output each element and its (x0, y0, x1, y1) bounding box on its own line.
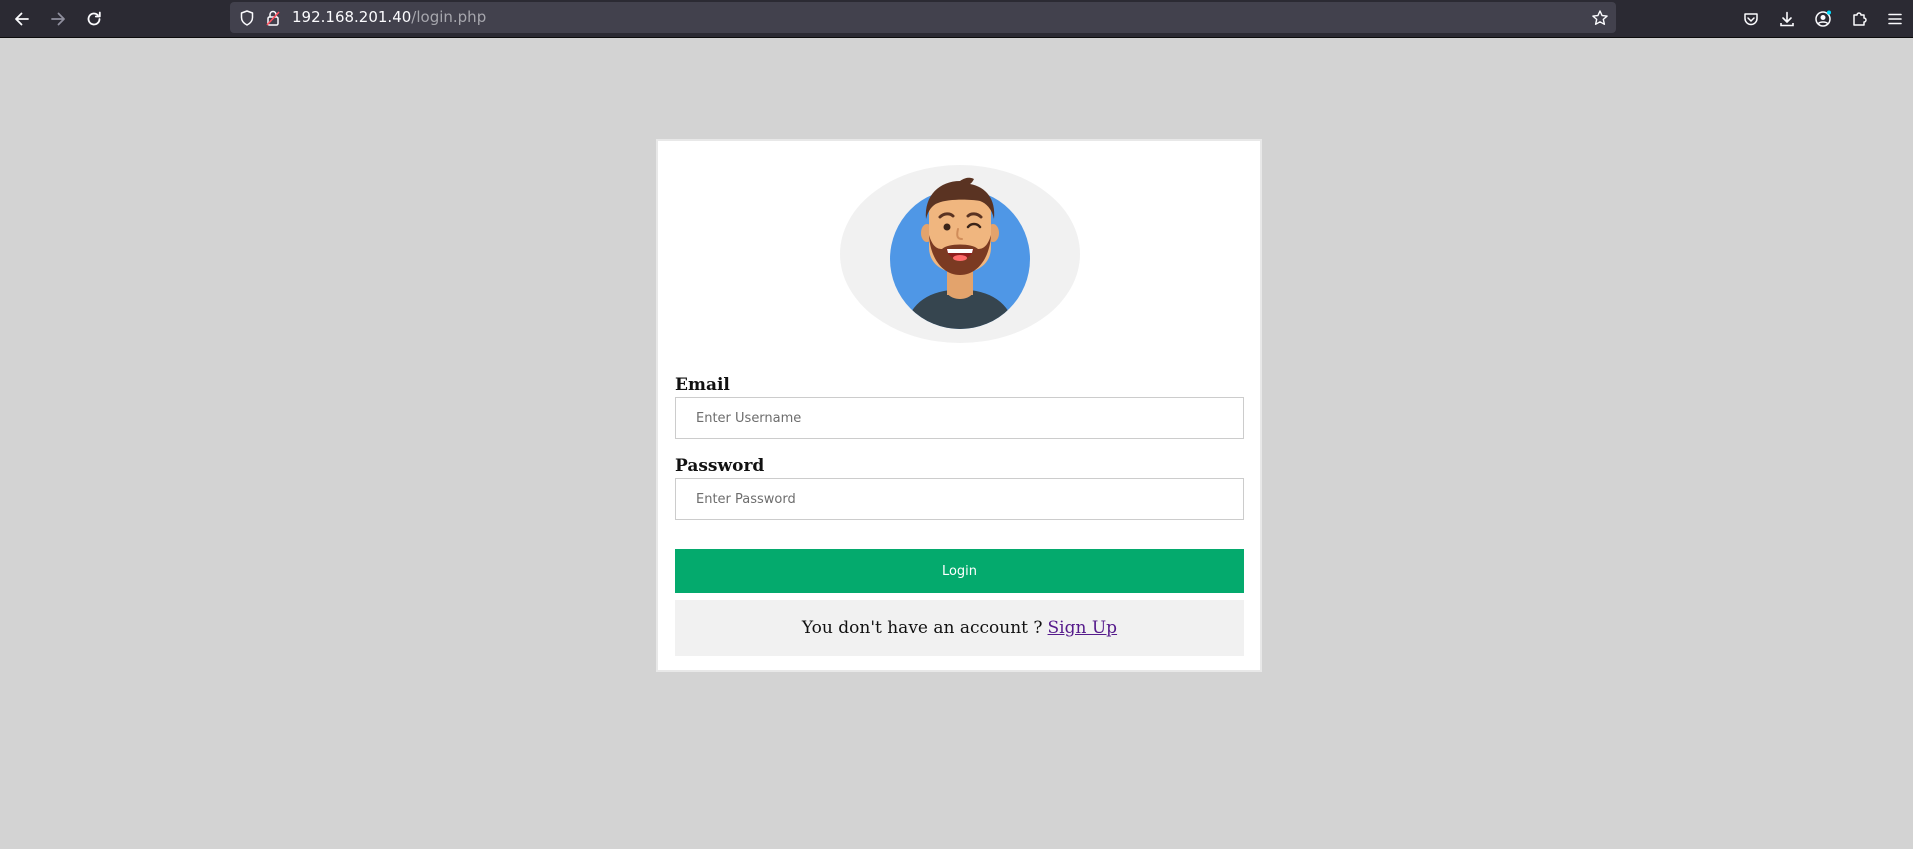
url-text[interactable]: 192.168.201.40/login.php (292, 2, 486, 33)
account-button[interactable] (1809, 5, 1837, 33)
shield-icon[interactable] (238, 9, 256, 27)
pocket-button[interactable] (1737, 5, 1765, 33)
pocket-icon (1742, 10, 1760, 28)
forward-button[interactable] (44, 5, 72, 33)
reload-button[interactable] (80, 5, 108, 33)
url-path: /login.php (411, 8, 487, 26)
url-bar[interactable]: 192.168.201.40/login.php (230, 2, 1616, 33)
account-icon (1814, 10, 1832, 28)
signup-prompt: You don't have an account ? (801, 618, 1043, 638)
signup-link[interactable]: Sign Up (1048, 618, 1118, 638)
hamburger-menu-icon (1886, 10, 1904, 28)
login-button[interactable]: Login (675, 549, 1244, 593)
menu-button[interactable] (1881, 5, 1909, 33)
avatar (840, 165, 1080, 343)
signup-box: You don't have an account ? Sign Up (675, 600, 1244, 656)
back-button[interactable] (8, 5, 36, 33)
insecure-lock-icon[interactable] (264, 9, 282, 27)
downloads-button[interactable] (1773, 5, 1801, 33)
extensions-button[interactable] (1845, 5, 1873, 33)
browser-toolbar: 192.168.201.40/login.php (0, 0, 1913, 38)
email-field[interactable] (675, 397, 1244, 439)
forward-arrow-icon (49, 10, 67, 28)
email-label: Email (675, 375, 730, 395)
extensions-icon (1850, 10, 1868, 28)
reload-icon (85, 10, 103, 28)
back-arrow-icon (13, 10, 31, 28)
url-host: 192.168.201.40 (292, 8, 412, 26)
download-icon (1778, 10, 1796, 28)
login-card: Email Password Login You don't have an a… (656, 139, 1262, 672)
password-field[interactable] (675, 478, 1244, 520)
star-icon[interactable] (1591, 9, 1609, 27)
password-label: Password (675, 456, 765, 476)
